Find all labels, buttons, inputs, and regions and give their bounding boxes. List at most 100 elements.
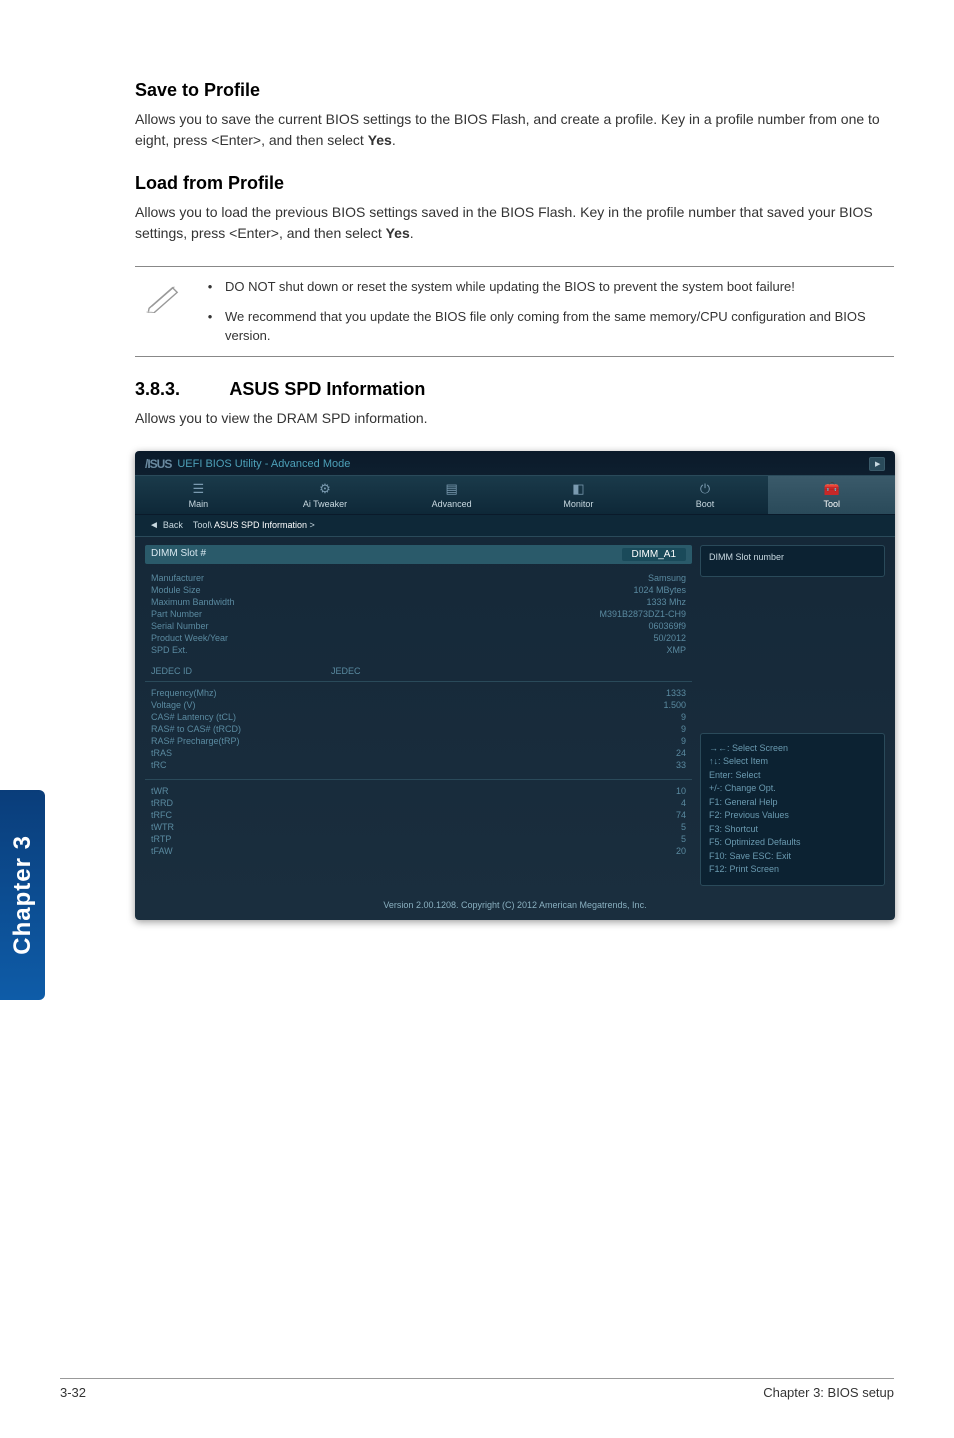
spacer bbox=[700, 583, 885, 733]
breadcrumb-path: Tool\ ASUS SPD Information > bbox=[193, 520, 315, 530]
chapter-label: Chapter 3: BIOS setup bbox=[763, 1385, 894, 1400]
timing-block-2: tWR10 tRRD4 tRFC74 tWTR5 tRTP5 tFAW20 bbox=[145, 783, 692, 859]
help-key-line: F1: General Help bbox=[709, 796, 876, 810]
tab-label: Main bbox=[189, 499, 209, 509]
tab-label: Monitor bbox=[563, 499, 593, 509]
tab-advanced[interactable]: ▤ Advanced bbox=[388, 476, 515, 514]
help-description: DIMM Slot number bbox=[700, 545, 885, 577]
timing-row: tRFC74 bbox=[151, 809, 686, 821]
note-bullet-2: We recommend that you update the BIOS fi… bbox=[225, 307, 894, 346]
dimm-slot-label: DIMM Slot # bbox=[151, 548, 206, 561]
help-key-line: +/-: Change Opt. bbox=[709, 782, 876, 796]
dimm-slot-value: DIMM_A1 bbox=[622, 548, 686, 561]
bios-main-area: DIMM Slot # DIMM_A1 ManufacturerSamsung … bbox=[135, 537, 895, 894]
power-icon: ⏻ bbox=[696, 482, 714, 496]
dimm-slot-row[interactable]: DIMM Slot # DIMM_A1 bbox=[145, 545, 692, 564]
info-row: Maximum Bandwidth1333 Mhz bbox=[151, 596, 686, 608]
tab-ai-tweaker[interactable]: ⚙ Ai Tweaker bbox=[262, 476, 389, 514]
load-from-profile-heading: Load from Profile bbox=[135, 173, 894, 194]
timing-block-1: Frequency(Mhz)1333 Voltage (V)1.500 CAS#… bbox=[145, 685, 692, 773]
help-key-line: F12: Print Screen bbox=[709, 863, 876, 877]
timing-row: CAS# Lantency (tCL)9 bbox=[151, 711, 686, 723]
chip-icon: ▤ bbox=[443, 482, 461, 496]
chapter-tab-label: Chapter 3 bbox=[9, 835, 37, 955]
timing-row: tFAW20 bbox=[151, 845, 686, 857]
exit-icon[interactable] bbox=[869, 457, 885, 471]
monitor-icon: ◧ bbox=[569, 482, 587, 496]
help-key-line: F3: Shortcut bbox=[709, 823, 876, 837]
tab-tool[interactable]: 🧰 Tool bbox=[768, 476, 895, 514]
breadcrumb-prefix: Tool\ bbox=[193, 520, 214, 530]
info-row: Product Week/Year50/2012 bbox=[151, 632, 686, 644]
info-row: Part NumberM391B2873DZ1-CH9 bbox=[151, 608, 686, 620]
save-to-profile-body: Allows you to save the current BIOS sett… bbox=[135, 109, 894, 151]
bios-right-panel: DIMM Slot number →←: Select Screen ↑↓: S… bbox=[700, 545, 885, 886]
bios-tabs: ☰ Main ⚙ Ai Tweaker ▤ Advanced ◧ Monitor… bbox=[135, 475, 895, 515]
help-key-line: Enter: Select bbox=[709, 769, 876, 783]
bios-screenshot: /ISUS UEFI BIOS Utility - Advanced Mode … bbox=[135, 451, 895, 920]
back-arrow-icon: ◄ bbox=[149, 520, 159, 531]
list-icon: ☰ bbox=[189, 482, 207, 496]
help-keys-box: →←: Select Screen ↑↓: Select Item Enter:… bbox=[700, 733, 885, 886]
section-3-8-3-heading: 3.8.3. ASUS SPD Information bbox=[135, 379, 894, 400]
section-number: 3.8.3. bbox=[135, 379, 225, 400]
back-button[interactable]: ◄ Back bbox=[149, 520, 183, 531]
jedec-label: JEDEC bbox=[331, 666, 361, 676]
note-bullet-1: DO NOT shut down or reset the system whi… bbox=[225, 277, 795, 297]
info-row: Module Size1024 MBytes bbox=[151, 584, 686, 596]
help-text: DIMM Slot number bbox=[709, 552, 784, 562]
separator bbox=[145, 681, 692, 682]
bios-title: UEFI BIOS Utility - Advanced Mode bbox=[177, 458, 350, 470]
timing-row: Voltage (V)1.500 bbox=[151, 699, 686, 711]
help-key-line: →←: Select Screen bbox=[709, 742, 876, 756]
timing-row: tRC33 bbox=[151, 759, 686, 771]
section-title: ASUS SPD Information bbox=[229, 379, 425, 399]
tab-label: Boot bbox=[696, 499, 715, 509]
breadcrumb-suffix: > bbox=[307, 520, 315, 530]
timing-row: tRTP5 bbox=[151, 833, 686, 845]
timing-row: tRRD4 bbox=[151, 797, 686, 809]
help-key-line: F2: Previous Values bbox=[709, 809, 876, 823]
tab-boot[interactable]: ⏻ Boot bbox=[642, 476, 769, 514]
load-from-profile-body: Allows you to load the previous BIOS set… bbox=[135, 202, 894, 244]
timing-row: tWTR5 bbox=[151, 821, 686, 833]
module-info-block: ManufacturerSamsung Module Size1024 MByt… bbox=[145, 570, 692, 658]
section-3-8-3-body: Allows you to view the DRAM SPD informat… bbox=[135, 408, 894, 429]
bios-version-footer: Version 2.00.1208. Copyright (C) 2012 Am… bbox=[135, 894, 895, 910]
tab-label: Tool bbox=[823, 499, 840, 509]
breadcrumb-main: ASUS SPD Information bbox=[214, 520, 307, 530]
separator bbox=[145, 779, 692, 780]
info-row: ManufacturerSamsung bbox=[151, 572, 686, 584]
page-content: Save to Profile Allows you to save the c… bbox=[0, 0, 954, 920]
note-content: • DO NOT shut down or reset the system w… bbox=[195, 277, 894, 346]
timing-row: tWR10 bbox=[151, 785, 686, 797]
page-footer: 3-32 Chapter 3: BIOS setup bbox=[60, 1378, 894, 1400]
bios-breadcrumb: ◄ Back Tool\ ASUS SPD Information > bbox=[135, 515, 895, 537]
bullet-icon: • bbox=[195, 277, 225, 297]
info-row: SPD Ext.XMP bbox=[151, 644, 686, 656]
pencil-icon bbox=[135, 277, 195, 313]
asus-logo: /ISUS bbox=[145, 457, 171, 471]
back-label: Back bbox=[163, 520, 183, 530]
save-to-profile-heading: Save to Profile bbox=[135, 80, 894, 101]
toolbox-icon: 🧰 bbox=[823, 482, 841, 496]
timing-row: RAS# Precharge(tRP)9 bbox=[151, 735, 686, 747]
bullet-icon: • bbox=[195, 307, 225, 346]
timing-row: Frequency(Mhz)1333 bbox=[151, 687, 686, 699]
timing-row: RAS# to CAS# (tRCD)9 bbox=[151, 723, 686, 735]
page-number: 3-32 bbox=[60, 1385, 86, 1400]
tab-main[interactable]: ☰ Main bbox=[135, 476, 262, 514]
timing-row: tRAS24 bbox=[151, 747, 686, 759]
jedec-header: JEDEC ID JEDEC bbox=[145, 664, 692, 678]
tab-label: Advanced bbox=[432, 499, 472, 509]
help-key-line: F10: Save ESC: Exit bbox=[709, 850, 876, 864]
help-key-line: F5: Optimized Defaults bbox=[709, 836, 876, 850]
bios-left-panel: DIMM Slot # DIMM_A1 ManufacturerSamsung … bbox=[145, 545, 692, 886]
jedec-id-label: JEDEC ID bbox=[151, 666, 331, 676]
chapter-tab: Chapter 3 bbox=[0, 790, 45, 1000]
info-row: Serial Number060369f9 bbox=[151, 620, 686, 632]
note-block: • DO NOT shut down or reset the system w… bbox=[135, 266, 894, 357]
tab-label: Ai Tweaker bbox=[303, 499, 347, 509]
bios-titlebar: /ISUS UEFI BIOS Utility - Advanced Mode bbox=[135, 451, 895, 475]
tab-monitor[interactable]: ◧ Monitor bbox=[515, 476, 642, 514]
